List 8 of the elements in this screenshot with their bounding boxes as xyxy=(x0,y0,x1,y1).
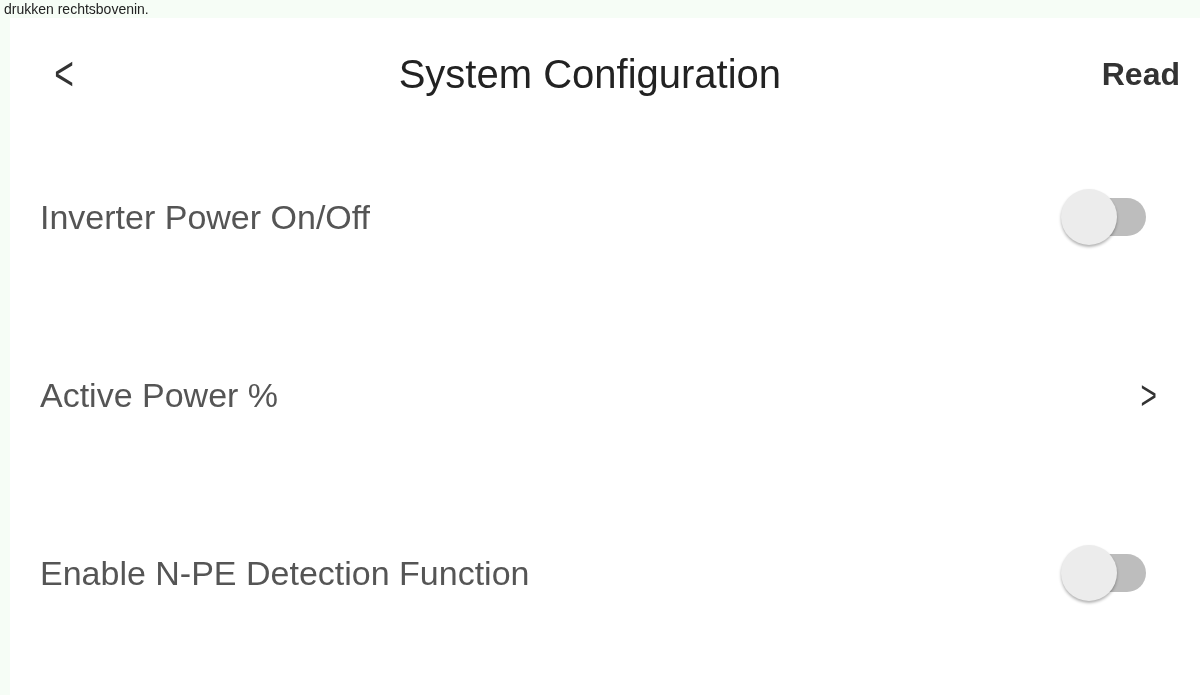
page-title: System Configuration xyxy=(398,51,782,98)
read-button[interactable]: Read xyxy=(1101,50,1180,98)
setting-label: Enable N-PE Detection Function xyxy=(40,552,530,594)
note-text: drukken rechtsbovenin. xyxy=(4,1,149,17)
setting-label: Inverter Power On/Off xyxy=(40,196,371,238)
setting-label: Active Power % xyxy=(40,374,279,416)
chevron-button[interactable]: > xyxy=(1140,365,1157,425)
back-button[interactable]: < xyxy=(54,50,74,98)
